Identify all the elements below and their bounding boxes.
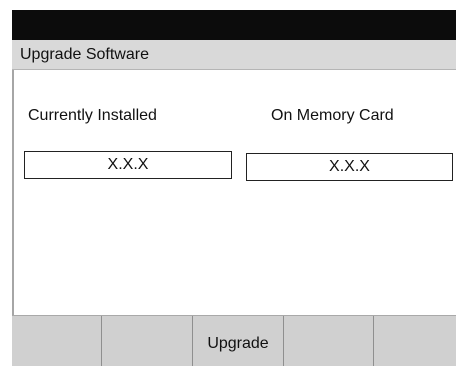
- left-edge-strip: [12, 70, 14, 325]
- memory-card-version-field: X.X.X: [246, 153, 453, 181]
- installed-version-field: X.X.X: [24, 151, 232, 179]
- memory-card-label: On Memory Card: [271, 107, 394, 124]
- softkey-5[interactable]: [374, 316, 456, 366]
- title-bar: Upgrade Software: [12, 40, 456, 70]
- currently-installed-label: Currently Installed: [28, 107, 157, 124]
- upgrade-button[interactable]: Upgrade: [193, 316, 284, 366]
- device-screen: Upgrade Software Currently Installed On …: [12, 10, 456, 366]
- status-bar: [12, 10, 456, 40]
- page-title: Upgrade Software: [20, 46, 149, 63]
- softkey-1[interactable]: [12, 316, 102, 366]
- softkey-2[interactable]: [102, 316, 193, 366]
- softkey-4[interactable]: [284, 316, 374, 366]
- upgrade-panel: Currently Installed On Memory Card X.X.X…: [12, 70, 456, 325]
- softkey-bar: Upgrade: [12, 315, 456, 366]
- upgrade-button-label: Upgrade: [207, 335, 269, 352]
